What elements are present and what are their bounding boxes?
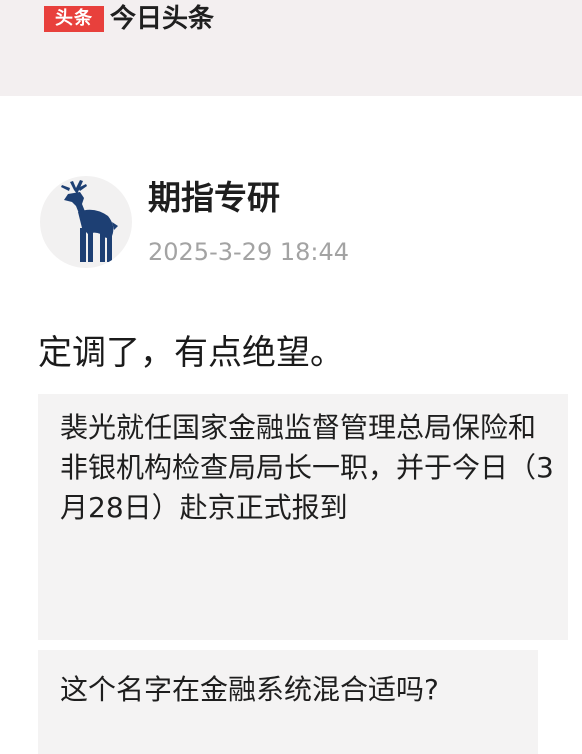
author-name[interactable]: 期指专研: [148, 176, 280, 220]
deer-icon: [61, 180, 118, 262]
comment-bubble[interactable]: 这个名字在金融系统混合适吗?: [38, 650, 538, 754]
app-name: 今日头条: [110, 4, 215, 34]
author-avatar[interactable]: [40, 176, 132, 268]
post-timestamp: 2025-3-29 18:44: [148, 238, 349, 266]
quoted-content[interactable]: 裴光就任国家金融监督管理总局保险和非银机构检查局局长一职，并于今日（3月28日）…: [38, 394, 568, 640]
post-text: 定调了，有点绝望。: [38, 333, 344, 373]
app-logo[interactable]: 头条: [44, 6, 104, 32]
quoted-text: 裴光就任国家金融监督管理总局保险和非银机构检查局局长一职，并于今日（3月28日）…: [60, 411, 554, 524]
comment-text: 这个名字在金融系统混合适吗?: [60, 673, 439, 706]
app-header: 头条 今日头条: [0, 0, 582, 96]
